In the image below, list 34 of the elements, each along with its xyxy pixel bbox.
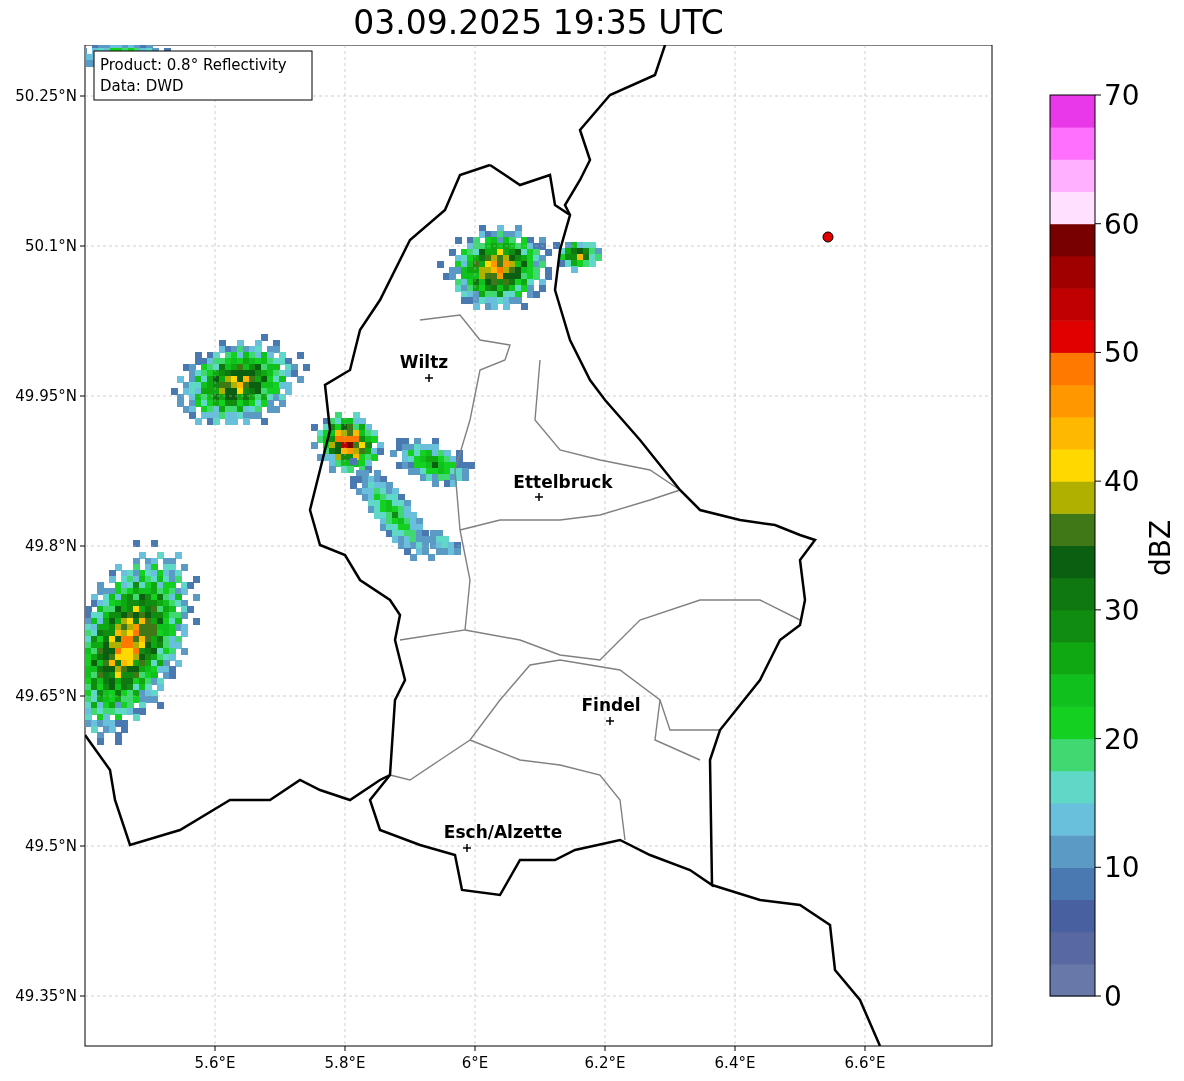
colorbar-tick-label: 10 — [1104, 851, 1140, 885]
tick-label: 50.1°N — [24, 237, 77, 255]
colorbar-tick-label: 50 — [1104, 336, 1140, 370]
tick-label: 6.4°E — [714, 1054, 756, 1072]
tick-label: 49.8°N — [24, 537, 77, 555]
tick-label: 49.95°N — [15, 387, 77, 405]
tick-label: 6.6°E — [844, 1054, 886, 1072]
city-label: Wiltz — [399, 352, 449, 372]
tick-label: 49.65°N — [15, 687, 77, 705]
city-label: Findel — [581, 695, 641, 715]
tick-label: 6.2°E — [584, 1054, 626, 1072]
city-marker-icon — [462, 843, 472, 853]
colorbar-tick-label: 60 — [1104, 207, 1140, 241]
annotation-text: Data: DWD — [100, 77, 184, 95]
tick-label: 5.8°E — [324, 1054, 366, 1072]
tick-label: 6°E — [461, 1054, 489, 1072]
radar-site-dot — [822, 231, 834, 243]
annotation-text: Product: 0.8° Reflectivity — [100, 56, 287, 74]
tick-label: 49.5°N — [24, 837, 77, 855]
city-marker-icon — [534, 492, 544, 502]
chart-title: 03.09.2025 19:35 UTC — [353, 6, 724, 39]
city-marker-icon — [605, 716, 615, 726]
colorbar-tick-label: 70 — [1104, 79, 1140, 112]
colorbar-label: dBZ — [1144, 519, 1177, 577]
colorbar-tick-label: 40 — [1104, 465, 1140, 499]
colorbar-tick-label: 30 — [1104, 593, 1140, 627]
colorbar-tick-label: 20 — [1104, 722, 1140, 756]
tick-label: 5.6°E — [194, 1054, 236, 1072]
tick-label: 50.25°N — [15, 87, 77, 105]
colorbar-tick-label: 0 — [1104, 980, 1122, 1013]
tick-label: 49.35°N — [15, 987, 77, 1005]
city-label: Ettelbruck — [513, 472, 613, 492]
city-label: Esch/Alzette — [443, 822, 563, 842]
city-marker-icon — [424, 373, 434, 383]
